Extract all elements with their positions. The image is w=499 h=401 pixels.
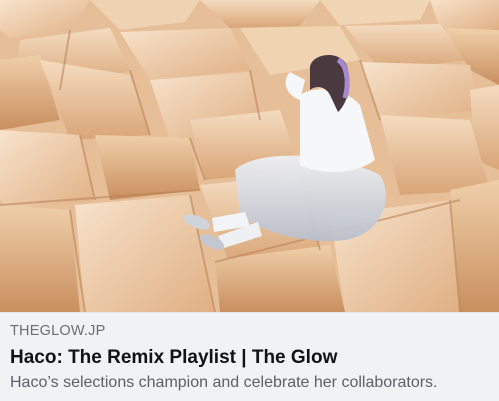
preview-image[interactable] xyxy=(0,0,499,312)
rocks-photo xyxy=(0,0,499,312)
link-description: Haco’s selections champion and celebrate… xyxy=(10,374,438,391)
link-preview-meta[interactable]: THEGLOW.JP Haco: The Remix Playlist | Th… xyxy=(0,312,499,401)
link-title[interactable]: Haco: The Remix Playlist | The Glow xyxy=(10,347,489,369)
link-preview-card[interactable]: THEGLOW.JP Haco: The Remix Playlist | Th… xyxy=(0,0,499,401)
link-domain: THEGLOW.JP xyxy=(10,323,106,339)
